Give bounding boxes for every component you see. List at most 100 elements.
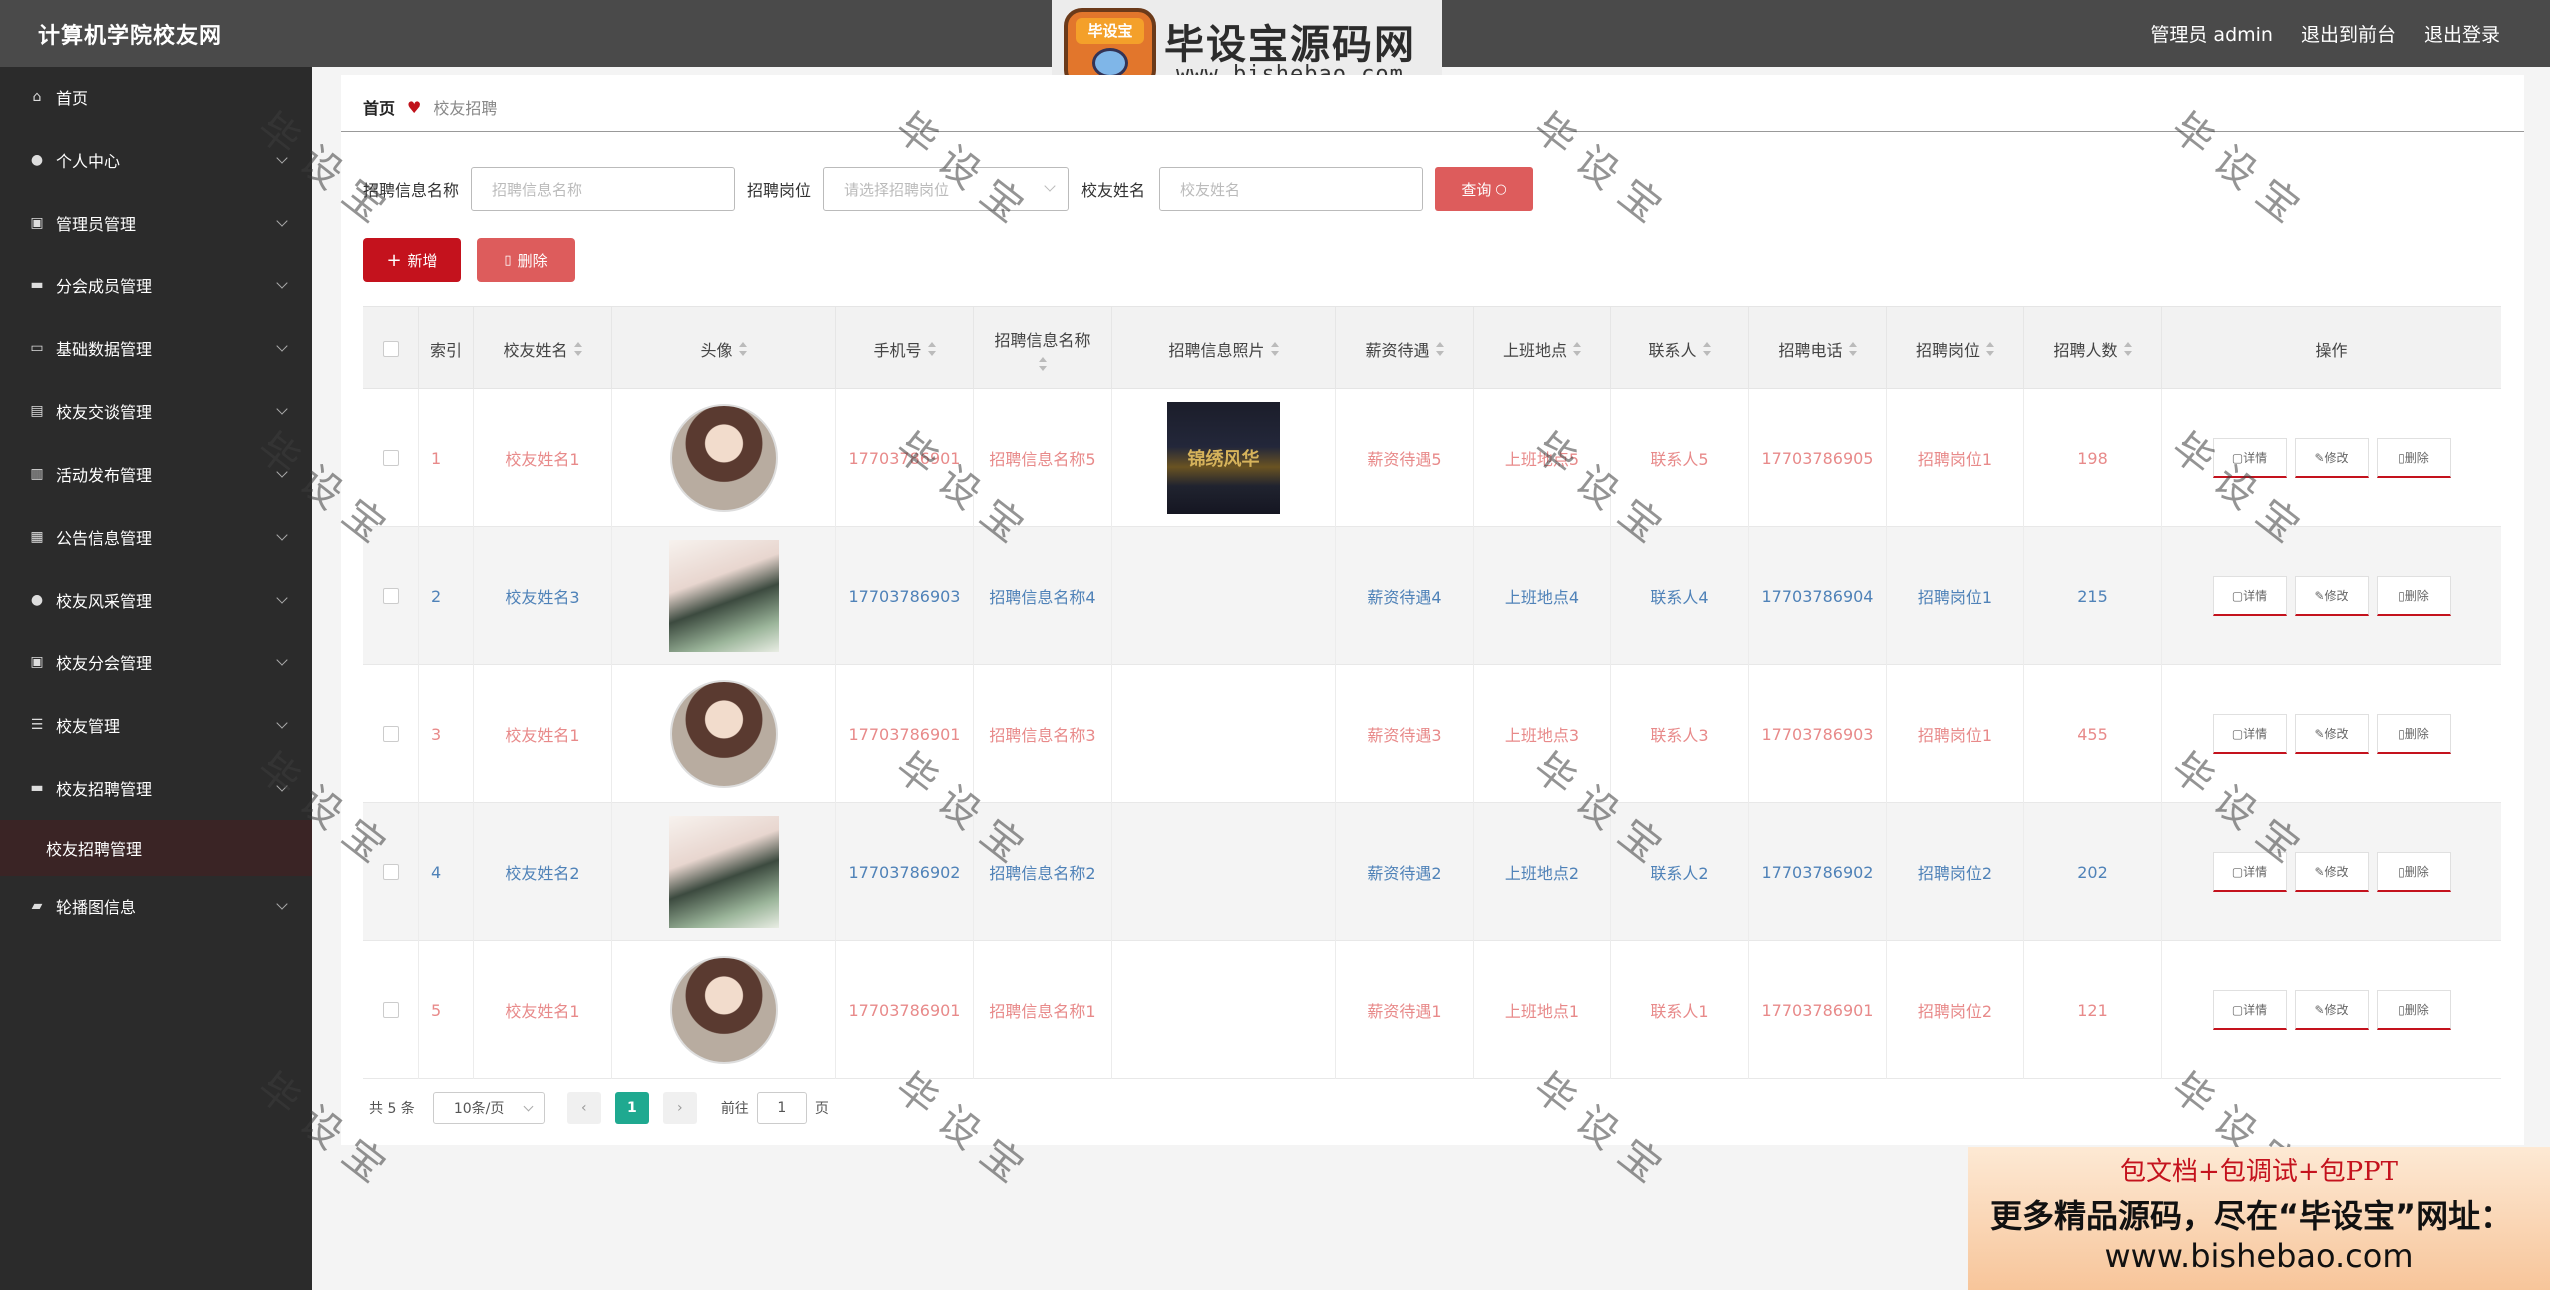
cell-count: 198 [2024, 389, 2162, 527]
grid-icon: ▦ [30, 529, 44, 545]
sort-icon[interactable] [1573, 341, 1581, 356]
site-title: 计算机学院校友网 [38, 24, 223, 49]
pencil-icon: ✎ [2314, 588, 2325, 603]
sidebar-item-personal[interactable]: ● 个人中心 [0, 130, 312, 190]
sort-icon[interactable] [573, 341, 582, 356]
image-icon: ▰ [31, 898, 43, 914]
sidebar-item-alumni[interactable]: ☰ 校友管理 [0, 695, 312, 755]
sidebar-item-style[interactable]: ● 校友风采管理 [0, 570, 312, 630]
sort-icon[interactable] [1702, 341, 1711, 356]
goto-page-input[interactable]: 1 [756, 1092, 807, 1124]
cell-salary: 薪资待遇4 [1336, 527, 1474, 665]
select-all-checkbox[interactable] [382, 340, 399, 357]
sidebar-item-label: 校友招聘管理 [56, 780, 153, 799]
delete-button[interactable]: ▯ 删除 [2376, 990, 2451, 1030]
sidebar-item-notices[interactable]: ▦ 公告信息管理 [0, 507, 312, 567]
delete-button[interactable]: ▯ 删除 [2376, 852, 2451, 892]
sidebar-item-admins[interactable]: ▣ 管理员管理 [0, 193, 312, 253]
header-photo[interactable]: 招聘信息照片 [1112, 307, 1336, 390]
sort-icon[interactable] [927, 341, 936, 356]
header-tel[interactable]: 招聘电话 [1749, 307, 1887, 390]
sidebar-item-activities[interactable]: ▥ 活动发布管理 [0, 444, 312, 504]
row-checkbox[interactable] [382, 1002, 399, 1018]
row-checkbox[interactable] [382, 864, 399, 880]
sort-icon[interactable] [1038, 356, 1047, 371]
edit-button[interactable]: ✎ 修改 [2294, 852, 2369, 892]
row-checkbox[interactable] [382, 726, 399, 742]
edit-button[interactable]: ✎ 修改 [2294, 990, 2369, 1030]
edit-button[interactable]: ✎ 修改 [2294, 576, 2369, 616]
header-post[interactable]: 招聘岗位 [1887, 307, 2024, 390]
cell-count: 121 [2024, 941, 2162, 1079]
cell-title: 招聘信息名称1 [974, 941, 1112, 1079]
sidebar-item-label: 基础数据管理 [56, 340, 153, 359]
doc-icon: ▢ [2231, 450, 2244, 465]
prev-page-button[interactable]: ‹ [566, 1092, 601, 1124]
sidebar-subitem-recruit-manage[interactable]: 校友招聘管理 [0, 820, 312, 876]
header-avatar[interactable]: 头像 [612, 307, 836, 390]
header-salary[interactable]: 薪资待遇 [1336, 307, 1474, 390]
detail-button[interactable]: ▢ 详情 [2212, 990, 2287, 1030]
detail-button[interactable]: ▢ 详情 [2212, 714, 2287, 754]
sidebar-item-home[interactable]: ⌂ 首页 [0, 67, 312, 127]
sort-icon[interactable] [1270, 341, 1279, 356]
header-place[interactable]: 上班地点 [1474, 307, 1611, 390]
header-name[interactable]: 校友姓名 [474, 307, 612, 390]
row-checkbox[interactable] [382, 588, 399, 604]
sidebar-item-branches[interactable]: ▣ 校友分会管理 [0, 632, 312, 692]
sidebar-item-members[interactable]: ▬ 分会成员管理 [0, 255, 312, 315]
pencil-icon: ✎ [2314, 864, 2325, 879]
delete-button[interactable]: ▯ 删除 [2376, 438, 2451, 478]
table-row: 4 校友姓名2 17703786902 招聘信息名称2 薪资待遇2 上班地点2 … [363, 803, 2501, 941]
batch-delete-button[interactable]: ▯ 删除 [477, 238, 575, 282]
header-count[interactable]: 招聘人数 [2024, 307, 2162, 390]
delete-button[interactable]: ▯ 删除 [2376, 576, 2451, 616]
cell-place: 上班地点4 [1474, 527, 1611, 665]
detail-button[interactable]: ▢ 详情 [2212, 852, 2287, 892]
chat-icon: ▬ [30, 277, 44, 293]
delete-button[interactable]: ▯ 删除 [2376, 714, 2451, 754]
header-ops: 操作 [2315, 340, 2348, 360]
sort-icon[interactable] [1848, 341, 1857, 356]
sidebar-item-recruit[interactable]: ▬ 校友招聘管理 [0, 758, 312, 818]
logout-link[interactable]: 退出登录 [2424, 20, 2500, 47]
title-search-input[interactable]: 招聘信息名称 [471, 167, 736, 211]
chevron-down-icon [276, 340, 288, 352]
sort-icon[interactable] [1435, 341, 1444, 356]
name-search-input[interactable]: 校友姓名 [1159, 167, 1424, 211]
add-button[interactable]: + 新增 [363, 238, 461, 282]
edit-button[interactable]: ✎ 修改 [2294, 438, 2369, 478]
page-size-select[interactable]: 10条/页 [432, 1092, 545, 1124]
page-1-button[interactable]: 1 [614, 1092, 649, 1124]
header-phone[interactable]: 手机号 [836, 307, 974, 390]
next-page-button[interactable]: › [662, 1092, 697, 1124]
sidebar-item-carousel[interactable]: ▰ 轮播图信息 [0, 876, 312, 936]
chevron-down-icon [276, 592, 288, 604]
query-button[interactable]: 查询 ○ [1435, 167, 1534, 211]
sidebar-item-label: 公告信息管理 [56, 529, 153, 548]
cell-title: 招聘信息名称4 [974, 527, 1112, 665]
sidebar-item-basic-data[interactable]: ▭ 基础数据管理 [0, 318, 312, 378]
post-select[interactable]: 请选择招聘岗位 [823, 167, 1070, 211]
cell-contact: 联系人1 [1611, 941, 1749, 1079]
cell-post: 招聘岗位2 [1887, 941, 2024, 1079]
sidebar-item-talks[interactable]: ▤ 校友交谈管理 [0, 381, 312, 441]
header-select-all[interactable] [363, 307, 419, 390]
sort-icon[interactable] [1986, 341, 1994, 356]
header-title[interactable]: 招聘信息名称 [974, 307, 1112, 390]
sort-icon[interactable] [738, 341, 747, 356]
chevron-down-icon [276, 717, 288, 729]
breadcrumb-home[interactable]: 首页 [363, 95, 395, 119]
header-contact[interactable]: 联系人 [1611, 307, 1749, 390]
sort-icon[interactable] [2123, 341, 2132, 356]
promo-banner: 包文档+包调试+包PPT 更多精品源码，尽在“毕设宝”网址： www.bishe… [1968, 1147, 2550, 1290]
row-checkbox[interactable] [382, 450, 399, 466]
detail-button[interactable]: ▢ 详情 [2212, 438, 2287, 478]
edit-button[interactable]: ✎ 修改 [2294, 714, 2369, 754]
admin-label[interactable]: 管理员 admin [2150, 20, 2273, 47]
cell-name: 校友姓名1 [474, 941, 612, 1079]
detail-button[interactable]: ▢ 详情 [2212, 576, 2287, 616]
exit-to-front-link[interactable]: 退出到前台 [2301, 20, 2396, 47]
avatar [669, 404, 778, 512]
home-icon: ⌂ [32, 89, 42, 105]
